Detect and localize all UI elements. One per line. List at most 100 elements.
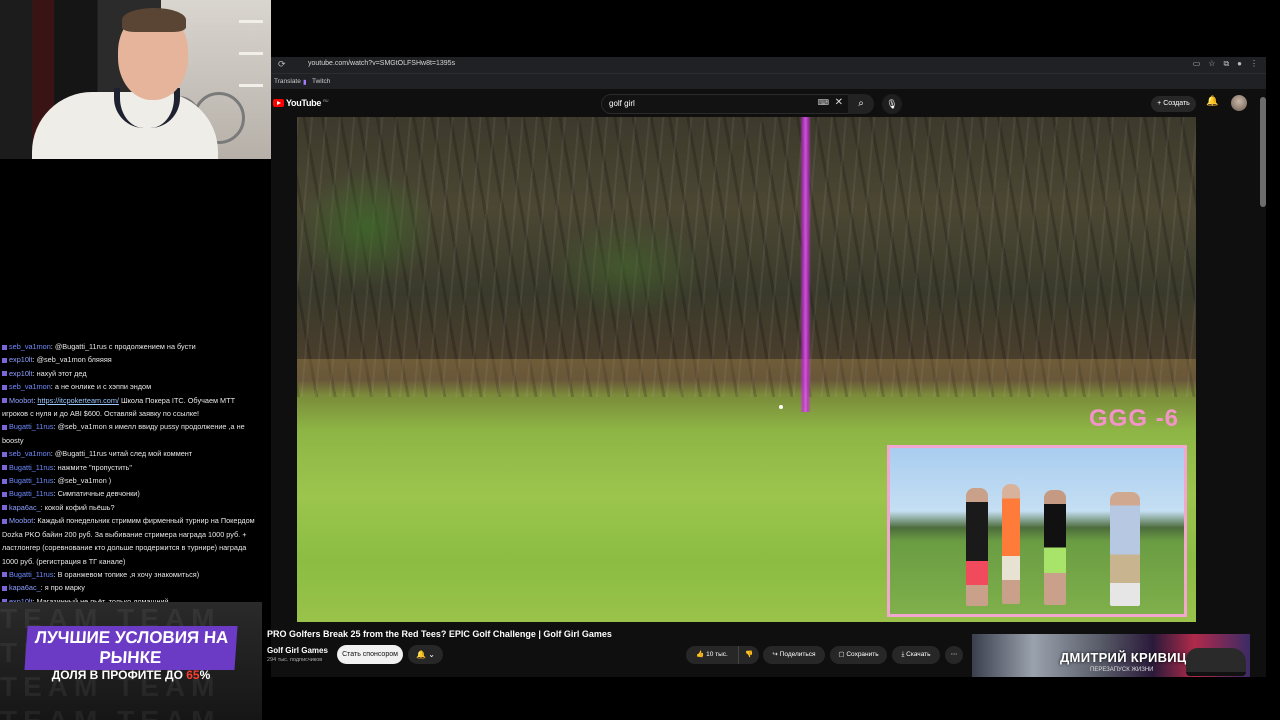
mic-icon: 🎙 (886, 99, 898, 109)
chat-message: kapa6ac_: кокой кофий пьёшь? (0, 501, 262, 514)
promo-headline: ЛУЧШИЕ УСЛОВИЯ НА РЫНКЕ (24, 626, 238, 670)
bookmark-twitch[interactable]: Twitch (312, 78, 330, 85)
keyboard-icon[interactable]: ⌨ (817, 98, 829, 107)
ball-trace (800, 117, 811, 412)
chat-username[interactable]: Bugatti_11rus (9, 463, 54, 472)
stream-chat: seb_va1mon: @Bugatti_11rus с продолжение… (0, 340, 262, 608)
chat-message: seb_va1mon: @Bugatti_11rus с продолжение… (0, 340, 262, 353)
bookmarks-bar: Translate ▮ Twitch (271, 73, 1266, 90)
video-title: PRO Golfers Break 25 from the Red Tees? … (267, 629, 612, 639)
menu-icon[interactable]: ⋮ (1250, 59, 1258, 69)
browser-window: ⟳ youtube.com/watch?v=SMGtOLFSHw8t=1395s… (267, 57, 1266, 677)
chat-badge-icon (2, 398, 7, 404)
chat-text: я про марку (44, 583, 85, 593)
chat-username[interactable]: Bugatti_11rus (9, 476, 54, 485)
promo-subline: ДОЛЯ В ПРОФИТЕ ДО 65% (51, 668, 211, 682)
search-query: golf girl (609, 99, 635, 108)
chat-username[interactable]: Bugatti_11rus (9, 570, 54, 579)
chat-link[interactable]: https://itcpokerteam.com/ (37, 396, 119, 405)
chat-message: Bugatti_11rus: @seb_va1mon ) (0, 474, 262, 487)
chat-message: Bugatti_11rus: @seb_va1mon я имелл ввиду… (2, 422, 245, 445)
address-bar[interactable]: ⟳ youtube.com/watch?v=SMGtOLFSHw8t=1395s… (271, 57, 1266, 73)
subscription-bell-button[interactable]: 🔔 ⌄ (408, 645, 443, 664)
chat-text: нахуй этот дед (36, 368, 87, 378)
like-button[interactable]: 👍 10 тыс. (686, 646, 738, 664)
chat-message: Bugatti_11rus: В оранжевом топике ,я хоч… (0, 568, 262, 581)
chat-message: seb_va1mon: @Bugatti_11rus читай след мо… (0, 447, 262, 460)
chat-message: Bugatti_11rus: Симпатичные девчонки) (0, 487, 262, 500)
dislike-button[interactable]: 👎 (738, 646, 759, 664)
chat-message: Bugatti_11rus: нажмите "пропустить" (0, 461, 262, 474)
twitch-icon: ▮ (303, 79, 307, 86)
voice-search-button[interactable]: 🎙 (882, 94, 902, 114)
chat-username[interactable]: seb_va1mon (9, 342, 51, 351)
golf-ball (779, 405, 783, 409)
chat-badge-icon (2, 384, 7, 390)
chat-username[interactable]: exp10lt (9, 369, 33, 378)
extensions-icon[interactable]: ⧉ (1223, 59, 1229, 69)
streamer-webcam (0, 0, 271, 159)
search-input[interactable]: golf girl ⌨ ✕ (601, 94, 850, 114)
chat-username[interactable]: kapa6ac_ (9, 503, 41, 512)
chat-text: Каждый понедельник стримим фирменный тур… (2, 516, 255, 566)
notifications-bell-icon[interactable]: 🔔 (1206, 96, 1218, 107)
youtube-logo[interactable]: YouTube RU (273, 98, 329, 108)
chat-message: exp10lt: нахуй этот дед (0, 367, 262, 380)
chat-badge-icon (2, 371, 7, 377)
chat-badge-icon (2, 478, 7, 484)
chat-username[interactable]: Bugatti_11rus (9, 422, 54, 431)
promo-percent: 65 (186, 668, 200, 682)
chat-text: а не онлике и с хэппи эндом (54, 382, 152, 392)
channel-name[interactable]: Golf Girl Games (267, 646, 328, 655)
more-icon: ⋯ (950, 651, 958, 658)
download-icon: ⤓ (901, 651, 905, 658)
sponsor-button[interactable]: Стать спонсором (337, 645, 403, 664)
youtube-play-icon (273, 99, 284, 107)
chat-text: нажмите "пропустить" (57, 462, 132, 472)
chat-message: exp10lt: @seb_va1mon бляяяя (0, 353, 262, 366)
chat-badge-icon (2, 505, 7, 511)
advertisement-banner[interactable]: ДМИТРИЙ КРИВИЦ ПЕРЕЗАПУСК ЖИЗНИ (972, 634, 1250, 677)
chat-badge-icon (2, 344, 7, 350)
clear-search-icon[interactable]: ✕ (835, 97, 843, 108)
chat-username[interactable]: seb_va1mon (9, 382, 51, 391)
search-button[interactable]: ⌕ (848, 94, 874, 114)
chat-text: @Bugatti_11rus читай след мой коммент (54, 449, 193, 459)
bookmark-translate[interactable]: Translate (274, 78, 301, 85)
chat-badge-icon (2, 451, 7, 457)
chat-username[interactable]: kapa6ac_ (9, 583, 41, 592)
save-button[interactable]: ▢ Сохранить (830, 646, 887, 664)
reload-icon[interactable]: ⟳ (278, 59, 286, 70)
create-button[interactable]: + Создать (1151, 96, 1196, 112)
chat-username[interactable]: exp10lt (9, 355, 33, 364)
chat-username[interactable]: Moobot (9, 396, 33, 405)
chat-message: Moobot: Каждый понедельник стримим фирме… (2, 516, 255, 566)
chevron-down-icon: ⌄ (428, 650, 435, 659)
subscriber-count: 294 тыс. подписчиков (267, 657, 323, 663)
chat-username[interactable]: Bugatti_11rus (9, 489, 54, 498)
star-icon[interactable]: ☆ (1208, 59, 1215, 69)
chat-text: Симпатичные девчонки) (57, 489, 140, 499)
video-player[interactable]: GGG -6 (297, 117, 1196, 622)
toolbar-icons: ▭ ☆ ⧉ ● ⋮ (1193, 59, 1258, 69)
chat-text: @seb_va1mon ) (57, 476, 112, 486)
url-text[interactable]: youtube.com/watch?v=SMGtOLFSHw8t=1395s (308, 60, 455, 67)
cast-icon[interactable]: ▭ (1193, 59, 1201, 69)
share-icon: ↪ (772, 651, 778, 658)
youtube-header: YouTube RU golf girl ⌨ ✕ ⌕ 🎙 + Создать 🔔 (271, 89, 1266, 117)
chat-badge-icon (2, 518, 7, 524)
chat-message: kapa6ac_: я про марку (0, 581, 262, 594)
avatar[interactable] (1231, 95, 1247, 111)
share-button[interactable]: ↪ Поделиться (763, 646, 825, 664)
chat-username[interactable]: seb_va1mon (9, 449, 51, 458)
profile-icon[interactable]: ● (1237, 59, 1242, 69)
chat-badge-icon (2, 585, 7, 591)
chat-text: кокой кофий пьёшь? (44, 502, 115, 512)
chat-username[interactable]: Moobot (9, 516, 33, 525)
chat-badge-icon (2, 492, 7, 498)
chat-message: seb_va1mon: а не онлике и с хэппи эндом (0, 380, 262, 393)
download-button[interactable]: ⤓ Скачать (892, 646, 940, 664)
more-actions-button[interactable]: ⋯ (945, 646, 963, 664)
promo-banner: TEAM TEAM TEAM TEAM TEAM TEAM TEAM TEAM … (0, 602, 262, 720)
scrollbar[interactable] (1260, 97, 1266, 207)
